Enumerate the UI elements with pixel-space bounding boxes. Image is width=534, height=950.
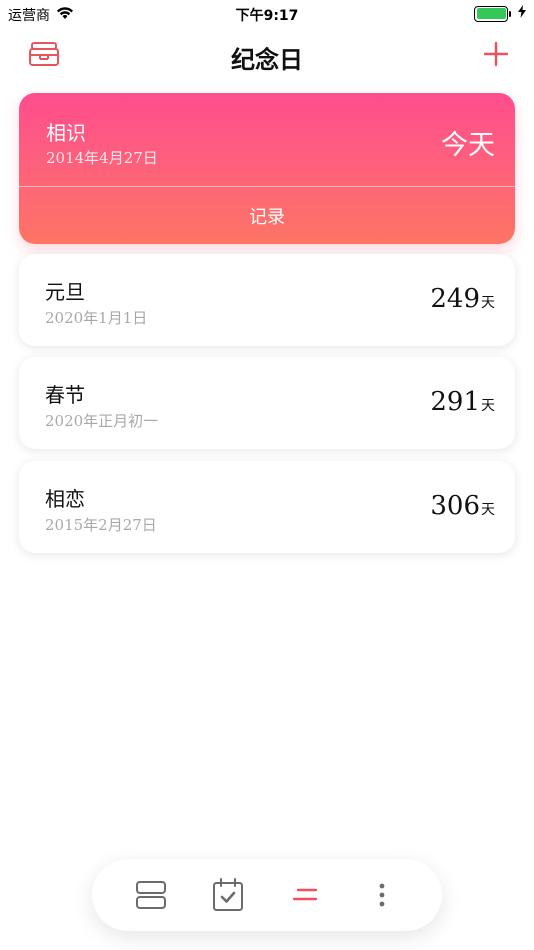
list-view-icon	[136, 881, 166, 909]
tab-calendar[interactable]	[210, 877, 246, 913]
event-title: 春节	[45, 383, 85, 407]
charging-bolt-icon	[518, 5, 526, 22]
calendar-check-icon	[213, 878, 243, 911]
tab-list-view[interactable]	[133, 877, 169, 913]
event-days-number: 249	[430, 284, 480, 314]
plus-icon	[483, 41, 509, 67]
event-card[interactable]: 春节 2020年正月初一 291 天	[19, 357, 515, 449]
featured-date: 2014年4月27日	[46, 149, 158, 167]
event-days-number: 306	[430, 491, 480, 521]
event-date: 2020年正月初一	[45, 412, 159, 430]
battery-icon	[474, 5, 511, 22]
more-vertical-icon	[379, 883, 385, 907]
event-days-unit: 天	[481, 398, 495, 414]
featured-card-top: 相识 2014年4月27日 今天	[19, 93, 515, 186]
event-date: 2015年2月27日	[45, 516, 157, 534]
event-card[interactable]: 相恋 2015年2月27日 306 天	[19, 461, 515, 553]
nav-bar: 纪念日	[0, 30, 534, 80]
event-title: 相恋	[45, 487, 85, 511]
event-days-unit: 天	[481, 502, 495, 518]
event-days: 249 天	[430, 284, 495, 314]
featured-title: 相识	[46, 121, 86, 145]
page-title: 纪念日	[231, 45, 303, 74]
status-time: 下午9:17	[235, 8, 299, 24]
event-card[interactable]: 元旦 2020年1月1日 249 天	[19, 254, 515, 346]
status-bar: 运营商 下午9:17	[0, 0, 534, 28]
sort-icon	[292, 888, 318, 901]
add-button[interactable]	[482, 40, 510, 68]
event-days: 306 天	[430, 491, 495, 521]
bottom-tab-bar	[92, 859, 442, 931]
featured-value: 今天	[441, 130, 495, 161]
event-date: 2020年1月1日	[45, 309, 148, 327]
tab-more[interactable]	[364, 877, 400, 913]
event-days: 291 天	[430, 387, 495, 417]
status-right	[474, 5, 526, 22]
app-screen: 运营商 下午9:17 纪念日 相识 2014年4月27日 今天 记录 元旦 20…	[0, 0, 534, 950]
battery-fill	[476, 8, 506, 19]
event-title: 元旦	[45, 280, 85, 304]
featured-anniversary-card[interactable]: 相识 2014年4月27日 今天 记录	[19, 93, 515, 244]
event-days-number: 291	[430, 387, 480, 417]
record-button[interactable]: 记录	[19, 187, 515, 244]
tab-sort[interactable]	[287, 877, 323, 913]
event-days-unit: 天	[481, 295, 495, 311]
